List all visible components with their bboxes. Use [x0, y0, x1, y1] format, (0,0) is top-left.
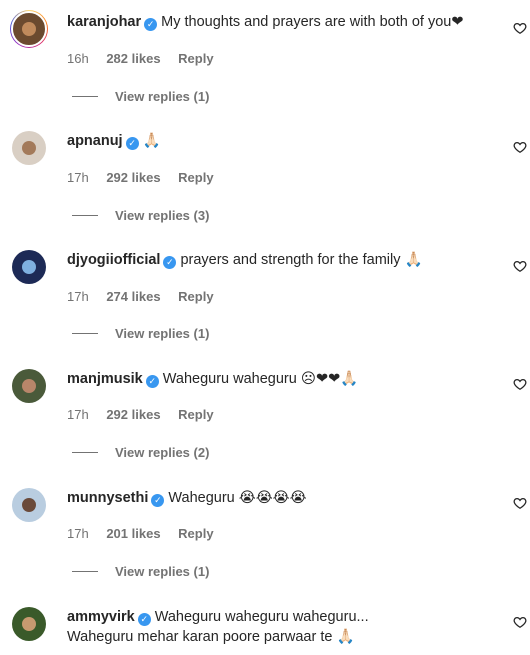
comment-body: munnysethi ✓ Waheguru 😭😭😭😭 — [67, 488, 307, 508]
comment-body: ammyvirk ✓ Waheguru waheguru waheguru... — [67, 607, 369, 627]
comment-meta: 17h 292 likes Reply — [67, 407, 228, 422]
likes-count[interactable]: 282 likes — [106, 51, 160, 66]
timestamp: 17h — [67, 170, 89, 185]
comments-list: karanjohar ✓ My thoughts and prayers are w… — [0, 0, 530, 655]
heart-outline-icon[interactable] — [513, 377, 527, 391]
comment-text: Waheguru waheguru waheguru... — [154, 609, 369, 625]
view-replies-button[interactable]: View replies (2) — [72, 445, 209, 460]
username-link[interactable]: munnysethi — [67, 490, 148, 506]
comment-body: karanjohar ✓ My thoughts and prayers are w… — [67, 12, 463, 32]
view-replies-label: View replies (3) — [115, 208, 210, 223]
comment-body: apnanuj ✓ 🙏🏻 — [67, 131, 161, 151]
view-replies-label: View replies (1) — [115, 326, 210, 341]
reply-button[interactable]: Reply — [178, 289, 213, 304]
verified-badge-icon: ✓ — [144, 18, 158, 31]
avatar[interactable] — [12, 607, 46, 641]
username-link[interactable]: ammyvirk — [67, 609, 135, 625]
avatar[interactable] — [12, 488, 46, 522]
username-link[interactable]: manjmusik — [67, 371, 143, 387]
comment-text-continued: Waheguru mehar karan poore parwaar te 🙏🏻 — [67, 629, 355, 645]
reply-button[interactable]: Reply — [178, 526, 213, 541]
likes-count[interactable]: 292 likes — [106, 407, 160, 422]
verified-badge-icon: ✓ — [163, 256, 177, 269]
divider — [72, 96, 98, 97]
reply-button[interactable]: Reply — [178, 51, 213, 66]
likes-count[interactable]: 292 likes — [106, 170, 160, 185]
view-replies-button[interactable]: View replies (1) — [72, 89, 209, 104]
comment-text: prayers and strength for the family 🙏🏻 — [180, 252, 423, 268]
avatar[interactable] — [12, 131, 46, 165]
comment-text: My thoughts and prayers are with both of… — [161, 14, 464, 30]
comment-body: djyogiiofficial ✓ prayers and strength for… — [67, 250, 423, 270]
comment-text: Waheguru waheguru ☹❤❤🙏🏻 — [162, 371, 359, 387]
divider — [72, 571, 98, 572]
heart-outline-icon[interactable] — [513, 496, 527, 510]
verified-badge-icon: ✓ — [137, 613, 151, 626]
verified-badge-icon: ✓ — [151, 494, 165, 507]
timestamp: 16h — [67, 51, 89, 66]
username-link[interactable]: karanjohar — [67, 14, 141, 30]
view-replies-button[interactable]: View replies (3) — [72, 208, 209, 223]
timestamp: 17h — [67, 407, 89, 422]
username-link[interactable]: apnanuj — [67, 133, 123, 149]
comment-meta: 16h 282 likes Reply — [67, 51, 228, 66]
divider — [72, 333, 98, 334]
timestamp: 17h — [67, 526, 89, 541]
heart-outline-icon[interactable] — [513, 21, 527, 35]
view-replies-label: View replies (1) — [115, 564, 210, 579]
avatar[interactable] — [12, 369, 46, 403]
reply-button[interactable]: Reply — [178, 407, 213, 422]
divider — [72, 452, 98, 453]
view-replies-button[interactable]: View replies (1) — [72, 326, 209, 341]
heart-outline-icon[interactable] — [513, 140, 527, 154]
likes-count[interactable]: 274 likes — [106, 289, 160, 304]
comment-meta: 17h 274 likes Reply — [67, 289, 228, 304]
view-replies-button[interactable]: View replies (1) — [72, 564, 209, 579]
comment-body: manjmusik ✓ Waheguru waheguru ☹❤❤🙏🏻 — [67, 369, 358, 389]
view-replies-label: View replies (2) — [115, 445, 210, 460]
timestamp: 17h — [67, 289, 89, 304]
verified-badge-icon: ✓ — [125, 137, 139, 150]
heart-outline-icon[interactable] — [513, 615, 527, 629]
divider — [72, 215, 98, 216]
verified-badge-icon: ✓ — [145, 375, 159, 388]
heart-outline-icon[interactable] — [513, 259, 527, 273]
reply-button[interactable]: Reply — [178, 170, 213, 185]
view-replies-label: View replies (1) — [115, 89, 210, 104]
comment-text: 🙏🏻 — [142, 133, 161, 149]
comment-meta: 17h 201 likes Reply — [67, 526, 228, 541]
comment-text: Waheguru 😭😭😭😭 — [168, 490, 307, 506]
likes-count[interactable]: 201 likes — [106, 526, 160, 541]
username-link[interactable]: djyogiiofficial — [67, 252, 160, 268]
comment-meta: 17h 292 likes Reply — [67, 170, 228, 185]
avatar[interactable] — [12, 250, 46, 284]
avatar[interactable] — [10, 10, 48, 48]
